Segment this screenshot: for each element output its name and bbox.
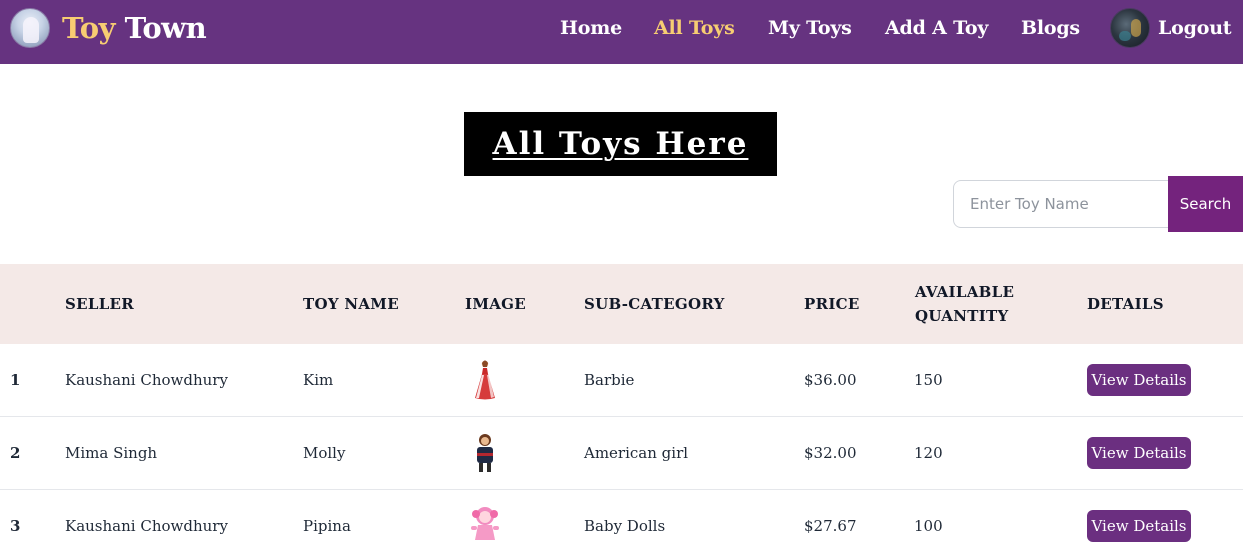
brand-name-part1: Toy xyxy=(62,11,115,45)
seller-cell: Kaushani Chowdhury xyxy=(65,517,228,535)
quantity-cell: 120 xyxy=(914,444,943,462)
search-input[interactable] xyxy=(953,180,1171,228)
quantity-cell: 100 xyxy=(914,517,943,535)
toy-name-cell: Pipina xyxy=(303,517,351,535)
view-details-button[interactable]: View Details xyxy=(1087,510,1191,542)
column-header-available-quantity-line2: QUANTITY xyxy=(915,307,1009,325)
sub-category-cell: American girl xyxy=(584,444,689,462)
row-number: 2 xyxy=(10,444,21,462)
price-cell: $36.00 xyxy=(804,371,857,389)
column-header-available-quantity: AVAILABLE QUANTITY xyxy=(915,280,1055,328)
price-cell: $27.67 xyxy=(804,517,857,535)
nav-all-toys[interactable]: All Toys xyxy=(654,16,735,40)
page-title: All Toys Here xyxy=(464,112,777,176)
column-header-sub-category: SUB-CATEGORY xyxy=(584,295,725,313)
american-girl-doll-thumbnail xyxy=(477,434,493,472)
brand-home-link[interactable]: Toy Town xyxy=(10,8,207,48)
nav-blogs[interactable]: Blogs xyxy=(1021,16,1080,40)
column-header-image: IMAGE xyxy=(465,295,527,313)
logout-button[interactable]: Logout xyxy=(1158,16,1232,40)
row-number: 3 xyxy=(10,517,21,535)
quantity-cell: 150 xyxy=(914,371,943,389)
toy-name-cell: Kim xyxy=(303,371,334,389)
seller-cell: Mima Singh xyxy=(65,444,158,462)
column-header-toy-name: TOY NAME xyxy=(303,295,399,313)
search-button[interactable]: Search xyxy=(1168,176,1243,232)
sub-category-cell: Baby Dolls xyxy=(584,517,666,535)
toy-name-cell: Molly xyxy=(303,444,346,462)
navbar: Toy Town Home All Toys My Toys Add A Toy… xyxy=(0,0,1243,64)
column-header-price: PRICE xyxy=(804,295,860,313)
view-details-button[interactable]: View Details xyxy=(1087,437,1191,469)
brand-logo xyxy=(10,8,50,48)
nav-home[interactable]: Home xyxy=(560,16,622,40)
table-row: 1 Kaushani Chowdhury Kim Barbie $36.00 1… xyxy=(0,344,1243,417)
sub-category-cell: Barbie xyxy=(584,371,635,389)
brand-name-part2: Town xyxy=(124,11,207,45)
seller-cell: Kaushani Chowdhury xyxy=(65,371,228,389)
barbie-doll-thumbnail xyxy=(475,360,495,400)
column-header-details: DETAILS xyxy=(1087,295,1164,313)
brand-name: Toy Town xyxy=(62,8,207,48)
nav-my-toys[interactable]: My Toys xyxy=(768,16,852,40)
table-header: SELLER TOY NAME IMAGE SUB-CATEGORY PRICE… xyxy=(0,264,1243,344)
view-details-button[interactable]: View Details xyxy=(1087,364,1191,396)
column-header-available-quantity-line1: AVAILABLE xyxy=(915,283,1015,301)
price-cell: $32.00 xyxy=(804,444,857,462)
baby-doll-thumbnail xyxy=(471,507,499,540)
column-header-seller: SELLER xyxy=(65,295,135,313)
nav-add-a-toy[interactable]: Add A Toy xyxy=(885,16,988,40)
user-avatar[interactable] xyxy=(1110,8,1150,48)
row-number: 1 xyxy=(10,371,21,389)
table-row: 3 Kaushani Chowdhury Pipina Baby Dolls $… xyxy=(0,490,1243,544)
page-title-text: All Toys Here xyxy=(492,126,749,162)
table-row: 2 Mima Singh Molly American girl $32.00 … xyxy=(0,417,1243,490)
